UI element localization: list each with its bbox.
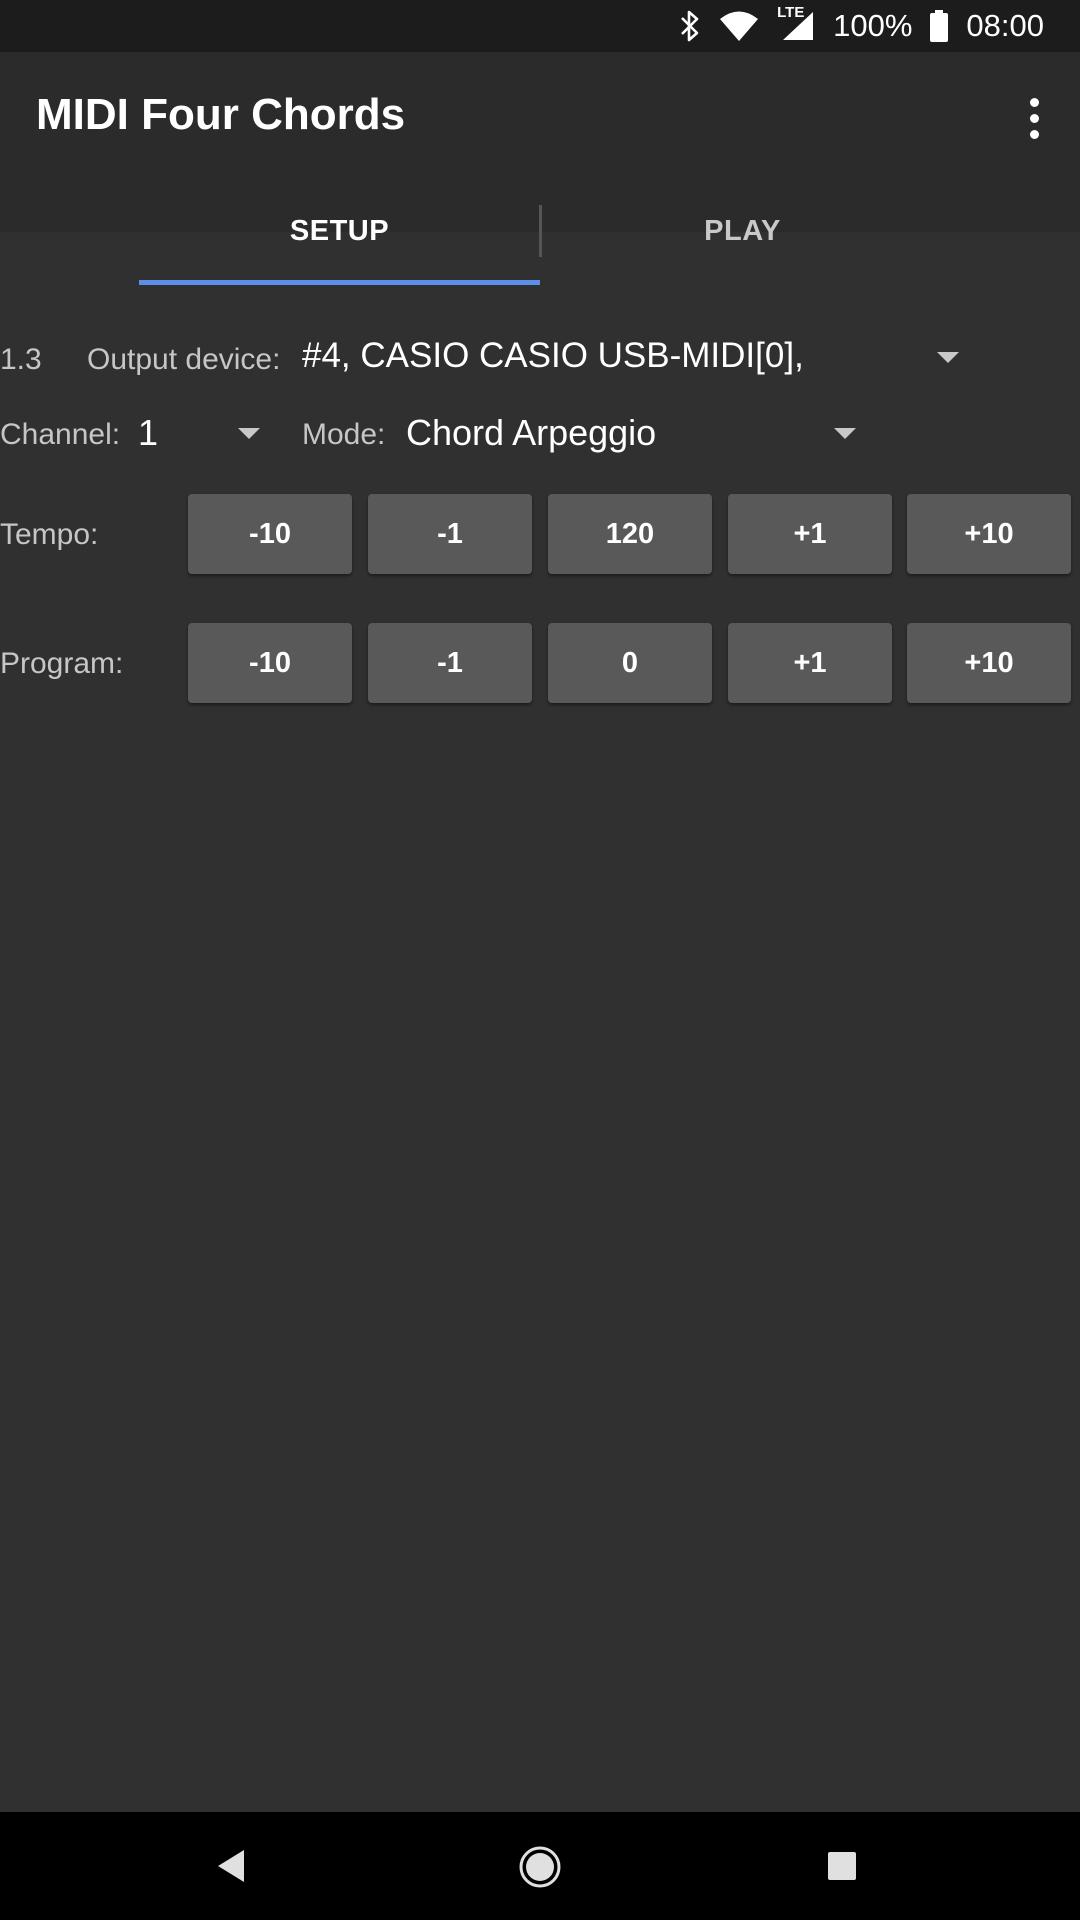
tab-indicator xyxy=(139,280,540,285)
cell-signal-icon: LTE xyxy=(777,4,815,42)
program-minus-1-button[interactable]: -1 xyxy=(368,623,532,703)
channel-label: Channel: xyxy=(0,418,121,451)
channel-spinner[interactable]: 1 xyxy=(136,405,266,465)
home-icon[interactable] xyxy=(516,1843,564,1891)
more-vert-icon[interactable] xyxy=(1010,88,1058,148)
tempo-value-button[interactable]: 120 xyxy=(548,494,712,574)
output-device-spinner[interactable]: #4, CASIO CASIO USB-MIDI[0], xyxy=(300,330,970,390)
network-type-label: LTE xyxy=(777,4,805,21)
recents-icon[interactable] xyxy=(827,1851,857,1881)
tempo-label: Tempo: xyxy=(0,518,99,551)
output-device-label: Output device: xyxy=(87,343,281,376)
app-title: MIDI Four Chords xyxy=(36,90,406,139)
mode-label: Mode: xyxy=(302,418,386,451)
program-value-button[interactable]: 0 xyxy=(548,623,712,703)
program-plus-1-button[interactable]: +1 xyxy=(728,623,892,703)
status-bar: LTE 100% 08:00 xyxy=(0,0,1080,52)
program-minus-10-button[interactable]: -10 xyxy=(188,623,352,703)
clock: 08:00 xyxy=(966,8,1044,43)
tempo-plus-1-button[interactable]: +1 xyxy=(728,494,892,574)
tempo-minus-10-button[interactable]: -10 xyxy=(188,494,352,574)
chevron-down-icon xyxy=(937,352,959,363)
tab-divider xyxy=(539,205,542,257)
back-icon[interactable] xyxy=(212,1846,252,1886)
mode-spinner[interactable]: Chord Arpeggio xyxy=(404,405,864,465)
tab-setup[interactable]: SETUP xyxy=(139,190,540,272)
battery-icon xyxy=(930,10,949,42)
tempo-plus-10-button[interactable]: +10 xyxy=(907,494,1071,574)
bluetooth-icon xyxy=(679,9,701,43)
mode-value: Chord Arpeggio xyxy=(406,412,657,453)
tab-play[interactable]: PLAY xyxy=(542,190,943,272)
chevron-down-icon xyxy=(238,428,260,439)
version-label: 1.3 xyxy=(0,343,42,376)
navigation-bar xyxy=(0,1812,1080,1920)
wifi-icon xyxy=(719,10,759,42)
program-plus-10-button[interactable]: +10 xyxy=(907,623,1071,703)
chevron-down-icon xyxy=(834,428,856,439)
program-label: Program: xyxy=(0,647,124,680)
tempo-minus-1-button[interactable]: -1 xyxy=(368,494,532,574)
channel-value: 1 xyxy=(138,412,159,453)
battery-percent: 100% xyxy=(833,8,913,43)
output-device-value: #4, CASIO CASIO USB-MIDI[0], xyxy=(302,336,804,375)
